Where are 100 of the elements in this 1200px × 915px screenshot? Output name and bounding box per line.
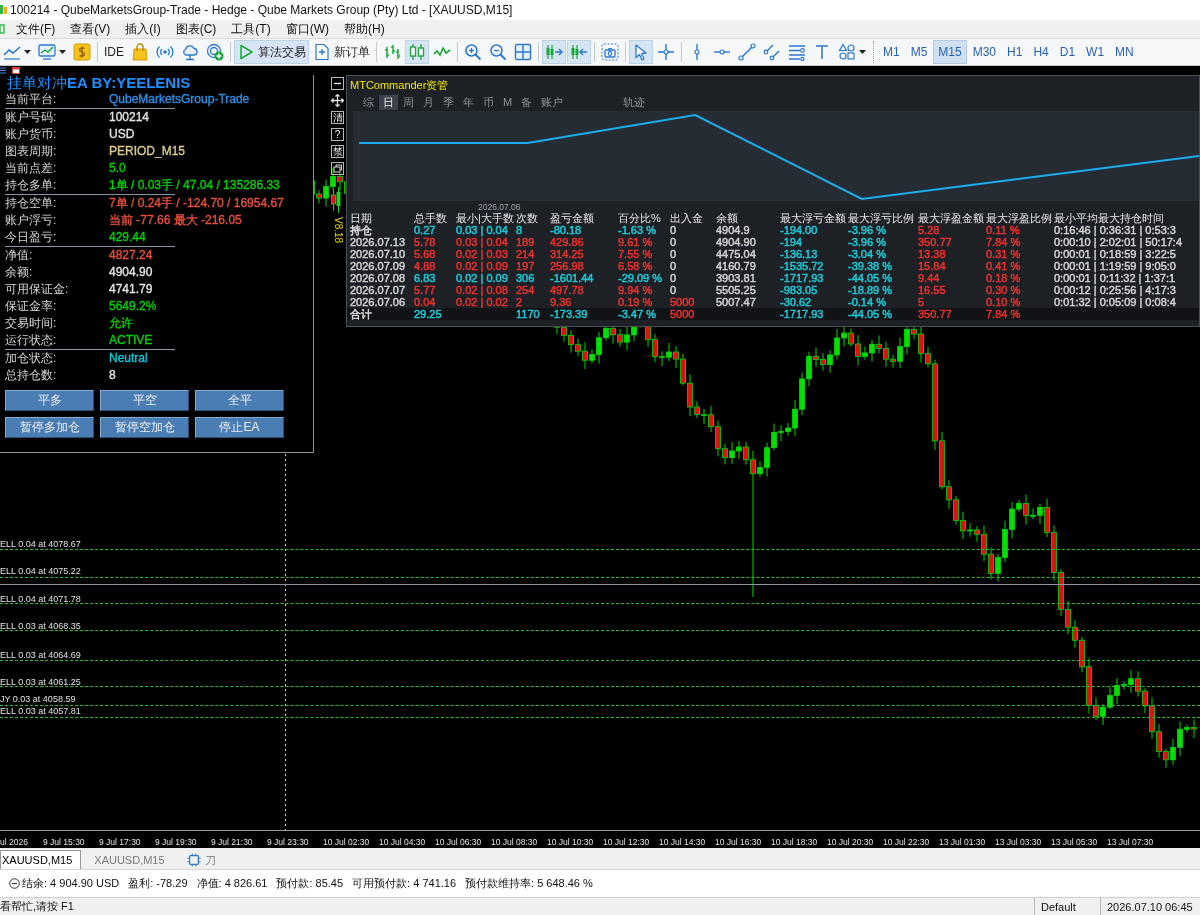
toolbar-button[interactable] <box>405 40 429 64</box>
time-axis-label: 9 Jul 19:30 <box>155 836 197 847</box>
caret-icon <box>59 50 66 54</box>
cloud-icon <box>181 43 199 61</box>
time-axis-label: 9 Jul 17:30 <box>99 836 141 847</box>
time-axis-label: 9 Jul 23:30 <box>267 836 309 847</box>
period-tab[interactable]: 账户 <box>537 95 568 110</box>
time-axis-label: 13 Jul 05:30 <box>1051 836 1098 847</box>
account-stat: 可用预付款: 4 741.16 <box>352 876 457 891</box>
period-tab[interactable]: 轨迹 <box>619 95 650 110</box>
zoom-in-icon <box>464 43 482 61</box>
menu-item[interactable]: 窗口(W) <box>285 20 329 38</box>
period-tab[interactable]: 日 <box>379 95 398 110</box>
caret-icon <box>859 50 866 54</box>
toolbar-button[interactable] <box>567 40 591 64</box>
time-axis-label: 13 Jul 03:30 <box>995 836 1042 847</box>
timeframe-button[interactable]: H1 <box>1002 40 1028 64</box>
time-axis-label: 10 Jul 18:30 <box>771 836 818 847</box>
period-tab[interactable]: 周 <box>399 95 418 110</box>
period-tab[interactable]: M <box>499 95 517 110</box>
time-axis-label: 10 Jul 14:30 <box>659 836 706 847</box>
toolbar-button[interactable]: 算法交易 <box>234 40 309 64</box>
parallel-lines-icon <box>763 43 781 61</box>
shapes-icon <box>838 43 856 61</box>
timeframe-button[interactable]: W1 <box>1081 40 1110 64</box>
time-axis-label: 10 Jul 06:30 <box>435 836 482 847</box>
timeframe-button[interactable]: MN <box>1110 40 1139 64</box>
document-plus-icon <box>313 43 331 61</box>
play-icon <box>237 43 255 61</box>
toolbar-button[interactable] <box>542 40 566 64</box>
list-icon <box>0 67 6 74</box>
monitor-chart-icon <box>38 43 56 61</box>
trend-line-icon <box>738 43 756 61</box>
panel-title: 挂单对冲EA BY:YEELENIS <box>7 75 191 91</box>
account-stat: 盈利: -78.29 <box>128 876 188 891</box>
crosshair-icon <box>657 43 675 61</box>
timeframe-button[interactable]: M15 <box>933 40 967 64</box>
toolbar-button[interactable] <box>629 40 653 64</box>
time-axis-label: 10 Jul 04:30 <box>379 836 426 847</box>
account-stat: 结余: 4 904.90 USD <box>22 876 120 891</box>
time-axis-label: 10 Jul 10:30 <box>547 836 594 847</box>
timeframe-button[interactable]: M1 <box>878 40 905 64</box>
chart-tab[interactable]: 刀 <box>177 850 225 869</box>
menu-item[interactable]: 查看(V) <box>70 20 111 38</box>
collapse-icon[interactable] <box>9 878 20 889</box>
time-axis-label: 10 Jul 02:30 <box>323 836 370 847</box>
camera-icon <box>601 43 619 61</box>
scroll-left-icon <box>570 43 588 61</box>
profile-name: Default <box>1041 900 1076 913</box>
period-tab[interactable]: 备 <box>517 95 537 110</box>
dollar-icon <box>73 43 91 61</box>
time-axis-label: 10 Jul 16:30 <box>715 836 762 847</box>
side-tool-button[interactable]: 清 <box>331 111 344 124</box>
zoom-out-icon <box>489 43 507 61</box>
toolbar-button[interactable] <box>70 40 94 64</box>
chart-tab[interactable]: XAUUSD,M15 <box>0 850 82 869</box>
field-value: 100214 <box>109 109 150 126</box>
grid-icon <box>514 43 532 61</box>
field-value: PERIOD_M15 <box>109 143 186 160</box>
time-axis-label: 13 Jul 07:30 <box>1107 836 1154 847</box>
account-stat: 净值: 4 826.61 <box>196 876 268 891</box>
time-axis-label: 9 Jul 15:30 <box>43 836 85 847</box>
period-tab[interactable]: 年 <box>459 95 478 110</box>
time-axis-label: 10 Jul 08:30 <box>491 836 538 847</box>
timeframe-button[interactable]: M30 <box>967 40 1002 64</box>
period-tab[interactable]: 月 <box>419 95 438 110</box>
timeframe-button[interactable]: D1 <box>1054 40 1081 64</box>
side-tool-button[interactable]: 禁 <box>331 145 344 158</box>
period-tab[interactable]: 综 <box>359 95 378 110</box>
toolbar-button[interactable]: IDE <box>101 40 127 64</box>
field-value: QubeMarketsGroup-Trade <box>109 91 250 108</box>
minimize-icon[interactable] <box>331 77 344 90</box>
timeframe-button[interactable]: H4 <box>1028 40 1054 64</box>
chart-tab[interactable]: XAUUSD,M15 <box>85 850 174 869</box>
toolbar-button[interactable] <box>598 40 622 64</box>
timeframe-button[interactable]: M5 <box>905 40 933 64</box>
menu-item[interactable]: 插入(I) <box>125 20 161 38</box>
period-tab[interactable]: 币 <box>479 95 498 110</box>
candlestick-icon <box>408 43 426 61</box>
side-tool-button[interactable]: ? <box>331 128 344 141</box>
toolbar-button[interactable]: 新订单 <box>310 40 373 64</box>
panel-title: MTCommander资管 <box>350 77 449 93</box>
menu-item[interactable]: 图表(C) <box>175 20 217 38</box>
menu-item[interactable]: 帮助(H) <box>344 20 385 38</box>
line-chart-icon <box>3 43 21 61</box>
chart-icon <box>0 24 6 34</box>
time-axis-label: 10 Jul 20:30 <box>827 836 874 847</box>
shopping-bag-icon <box>131 43 149 61</box>
time-axis-label: ul 2026 <box>0 836 28 847</box>
menu-item[interactable]: 工具(T) <box>231 20 271 38</box>
caret-icon <box>24 50 31 54</box>
bar-chart-icon <box>383 43 401 61</box>
shift-right-icon <box>545 43 563 61</box>
target-plus-icon <box>206 43 224 61</box>
status-datetime: 2026.07.10 06:45 <box>1107 900 1193 913</box>
toolbar-button[interactable] <box>735 40 759 64</box>
time-axis-label: 10 Jul 22:30 <box>883 836 930 847</box>
period-tab[interactable]: 季 <box>439 95 458 110</box>
menu-item[interactable]: 文件(F) <box>16 20 56 38</box>
move-icon[interactable] <box>331 94 344 107</box>
